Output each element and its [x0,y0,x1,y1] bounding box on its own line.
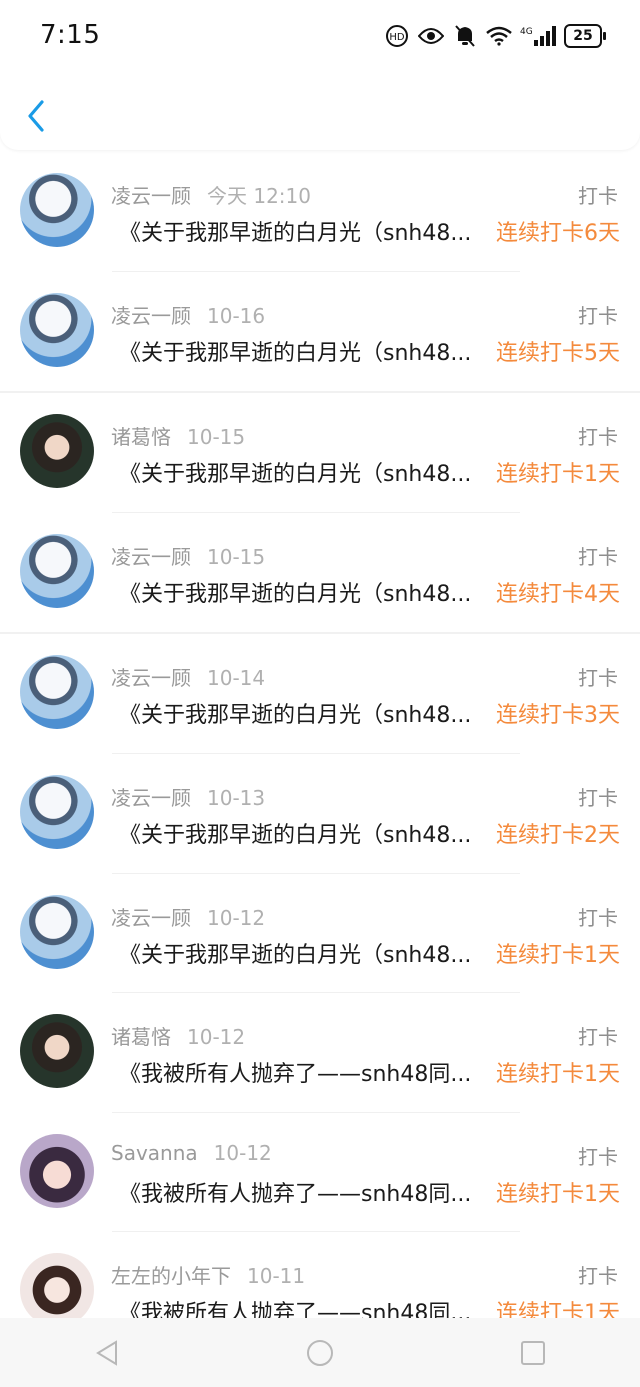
post-time: 10-14 [207,666,266,691]
checkin-tag: 打卡 [578,1144,618,1169]
checkin-tag: 打卡 [578,1264,618,1289]
battery-indicator: 25 [564,24,606,48]
book-title[interactable]: 《我被所有人抛弃了——snh48同... [119,1176,491,1208]
system-nav-bar [0,1318,640,1387]
book-title[interactable]: 《关于我那早逝的白月光（snh48... [119,817,491,849]
post-time: 10-12 [187,1025,246,1050]
streak-label: 连续打卡1天 [496,1181,620,1207]
battery-level: 25 [573,28,593,44]
list-item[interactable]: 诸葛悋 10-15 《关于我那早逝的白月光（snh48... 打卡 连续打卡1天 [0,393,640,513]
streak-label: 连续打卡1天 [496,462,620,488]
post-time: 10-16 [207,303,266,328]
user-name[interactable]: 凌云一顾 [111,184,191,208]
avatar[interactable] [20,1253,94,1328]
checkin-tag: 打卡 [578,303,618,328]
user-meta: 凌云一顾 10-15 [111,541,265,570]
post-time: 10-15 [207,544,266,569]
svg-text:4G: 4G [520,27,533,37]
avatar[interactable] [20,292,94,367]
post-time: 今天 12:10 [207,184,311,208]
checkin-tag: 打卡 [578,785,618,810]
book-title[interactable]: 《关于我那早逝的白月光（snh48... [119,576,491,608]
user-name[interactable]: Savanna [111,1141,198,1165]
avatar[interactable] [20,1133,94,1208]
signal-4g-icon: 4G [520,23,556,49]
list-item[interactable]: 凌云一顾 10-14 《关于我那早逝的白月光（snh48... 打卡 连续打卡3天 [0,634,640,754]
streak-label: 连续打卡4天 [496,581,620,607]
post-time: 10-15 [187,425,246,450]
list-item[interactable]: Savanna 10-12 《我被所有人抛弃了——snh48同... 打卡 连续打… [0,1112,640,1233]
user-name[interactable]: 凌云一顾 [111,545,191,569]
status-icons: HD 4G 25 [384,22,606,50]
svg-text:HD: HD [389,32,405,43]
hd-call-icon: HD [384,23,410,49]
checkin-tag: 打卡 [578,544,618,569]
user-name[interactable]: 诸葛悋 [111,425,171,449]
avatar[interactable] [20,173,94,247]
user-meta: 凌云一顾 10-16 [111,300,265,329]
user-meta: Savanna 10-12 [111,1141,272,1165]
post-time: 10-12 [207,905,266,930]
streak-label: 连续打卡6天 [496,221,620,246]
nav-home-icon[interactable] [300,1333,340,1373]
streak-label: 连续打卡3天 [496,703,620,729]
list-item[interactable]: 凌云一顾 10-13 《关于我那早逝的白月光（snh48... 打卡 连续打卡2天 [0,753,640,874]
book-title[interactable]: 《关于我那早逝的白月光（snh48... [119,456,491,488]
user-meta: 凌云一顾 10-12 [111,902,265,931]
user-name[interactable]: 诸葛悋 [111,1025,171,1049]
checkin-tag: 打卡 [578,666,618,691]
list-item[interactable]: 凌云一顾 10-12 《关于我那早逝的白月光（snh48... 打卡 连续打卡1天 [0,873,640,994]
post-time: 10-11 [247,1264,306,1289]
book-title[interactable]: 《关于我那早逝的白月光（snh48... [119,697,491,729]
book-title[interactable]: 《我被所有人抛弃了——snh48同... [119,1056,491,1088]
book-title[interactable]: 《关于我那早逝的白月光（snh48... [119,335,491,367]
chevron-left-icon [28,100,44,132]
user-name[interactable]: 凌云一顾 [111,786,191,810]
list-item[interactable]: 诸葛悋 10-12 《我被所有人抛弃了——snh48同... 打卡 连续打卡1天 [0,993,640,1113]
user-meta: 左左的小年下 10-11 [111,1260,305,1289]
book-title[interactable]: 《关于我那早逝的白月光（snh48... [119,215,491,247]
avatar[interactable] [20,533,94,608]
user-meta: 凌云一顾 今天 12:10 [111,180,311,209]
avatar[interactable] [20,894,94,969]
streak-label: 连续打卡5天 [496,340,620,366]
list-item[interactable]: 凌云一顾 今天 12:10 《关于我那早逝的白月光（snh48... 打卡 连续打… [0,152,640,272]
user-meta: 凌云一顾 10-14 [111,662,265,691]
avatar[interactable] [20,774,94,849]
avatar[interactable] [20,655,94,730]
status-time: 7:15 [40,20,101,50]
user-name[interactable]: 左左的小年下 [111,1264,231,1288]
avatar[interactable] [20,414,94,489]
back-button[interactable] [20,96,52,136]
streak-label: 连续打卡2天 [496,822,620,848]
bell-muted-icon [452,23,478,49]
checkin-tag: 打卡 [578,425,618,450]
checkin-tag: 打卡 [578,905,618,930]
list-item[interactable]: 凌云一顾 10-15 《关于我那早逝的白月光（snh48... 打卡 连续打卡4天 [0,512,640,635]
user-meta: 凌云一顾 10-13 [111,782,265,811]
checkin-list: 凌云一顾 今天 12:10 《关于我那早逝的白月光（snh48... 打卡 连续打… [0,152,640,1352]
post-time: 10-13 [207,785,266,810]
user-name[interactable]: 凌云一顾 [111,304,191,328]
list-item[interactable]: 凌云一顾 10-16 《关于我那早逝的白月光（snh48... 打卡 连续打卡5天 [0,271,640,394]
top-bar: 7:15 HD 4G 25 [0,0,640,150]
wifi-icon [486,23,512,49]
streak-label: 连续打卡1天 [496,1062,620,1088]
user-meta: 诸葛悋 10-15 [111,421,245,450]
user-name[interactable]: 凌云一顾 [111,666,191,690]
checkin-tag: 打卡 [578,1025,618,1050]
streak-label: 连续打卡1天 [496,942,620,968]
eye-icon [418,23,444,49]
nav-recents-icon[interactable] [513,1333,553,1373]
checkin-tag: 打卡 [578,184,618,208]
user-name[interactable]: 凌云一顾 [111,906,191,930]
user-meta: 诸葛悋 10-12 [111,1021,245,1050]
book-title[interactable]: 《关于我那早逝的白月光（snh48... [119,937,491,969]
post-time: 10-12 [213,1140,272,1165]
nav-back-icon[interactable] [87,1333,127,1373]
avatar[interactable] [20,1014,94,1089]
